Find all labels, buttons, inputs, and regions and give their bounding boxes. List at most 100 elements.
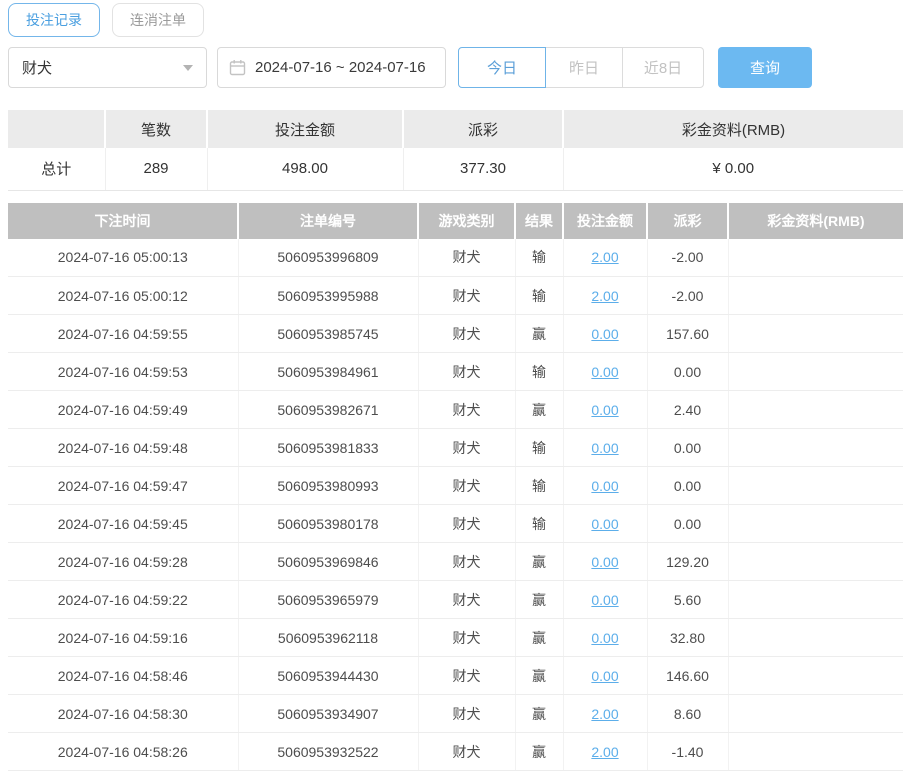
bonus-cell xyxy=(728,657,903,695)
result-cell: 输 xyxy=(515,239,563,277)
bonus-cell xyxy=(728,391,903,429)
bet-amount-link[interactable]: 0.00 xyxy=(591,516,618,532)
game-type-cell: 财犬 xyxy=(418,277,515,315)
quick-button-last8days[interactable]: 近8日 xyxy=(622,47,704,88)
order-number-cell: 5060953985745 xyxy=(238,315,418,353)
bet-amount-link[interactable]: 0.00 xyxy=(591,326,618,342)
bet-amount-cell: 2.00 xyxy=(563,277,647,315)
quick-date-button-group: 今日 昨日 近8日 xyxy=(458,47,704,88)
game-type-cell: 财犬 xyxy=(418,315,515,353)
game-type-cell: 财犬 xyxy=(418,657,515,695)
game-type-cell: 财犬 xyxy=(418,239,515,277)
bet-table-header-row: 下注时间 注单编号 游戏类别 结果 投注金额 派彩 彩金资料(RMB) xyxy=(8,203,903,239)
bet-time-cell: 2024-07-16 05:00:13 xyxy=(8,239,238,277)
bonus-cell xyxy=(728,581,903,619)
bet-amount-link[interactable]: 2.00 xyxy=(591,706,618,722)
header-game-type: 游戏类别 xyxy=(418,203,515,239)
bonus-cell xyxy=(728,695,903,733)
game-select[interactable]: 财犬 xyxy=(8,47,207,88)
bet-amount-link[interactable]: 2.00 xyxy=(591,249,618,265)
bet-amount-cell: 2.00 xyxy=(563,733,647,771)
result-cell: 赢 xyxy=(515,657,563,695)
bet-amount-link[interactable]: 2.00 xyxy=(591,288,618,304)
game-type-cell: 财犬 xyxy=(418,429,515,467)
payout-cell: -2.00 xyxy=(647,239,728,277)
bet-amount-cell: 0.00 xyxy=(563,505,647,543)
bonus-cell xyxy=(728,505,903,543)
result-cell: 赢 xyxy=(515,315,563,353)
game-select-value: 财犬 xyxy=(22,57,52,78)
bonus-cell xyxy=(728,543,903,581)
bet-time-cell: 2024-07-16 04:59:55 xyxy=(8,315,238,353)
query-button[interactable]: 查询 xyxy=(718,47,812,88)
chevron-down-icon xyxy=(183,65,193,71)
bet-amount-link[interactable]: 0.00 xyxy=(591,630,618,646)
bonus-cell xyxy=(728,277,903,315)
bet-amount-cell: 0.00 xyxy=(563,543,647,581)
table-row: 2024-07-16 04:58:305060953934907财犬赢2.008… xyxy=(8,695,903,733)
summary-total-label: 总计 xyxy=(8,148,105,190)
game-type-cell: 财犬 xyxy=(418,543,515,581)
table-row: 2024-07-16 04:58:265060953932522财犬赢2.00-… xyxy=(8,733,903,771)
payout-cell: 157.60 xyxy=(647,315,728,353)
order-number-cell: 5060953962118 xyxy=(238,619,418,657)
header-bet-time: 下注时间 xyxy=(8,203,238,239)
bet-time-cell: 2024-07-16 04:59:22 xyxy=(8,581,238,619)
bet-amount-cell: 0.00 xyxy=(563,581,647,619)
payout-cell: 0.00 xyxy=(647,353,728,391)
payout-cell: 146.60 xyxy=(647,657,728,695)
bet-amount-link[interactable]: 2.00 xyxy=(591,744,618,760)
bet-amount-cell: 0.00 xyxy=(563,657,647,695)
summary-total-count: 289 xyxy=(105,148,207,190)
table-row: 2024-07-16 04:58:465060953944430财犬赢 0.00 1… xyxy=(8,657,903,695)
table-row: 2024-07-16 04:59:485060953981833财犬输0.000… xyxy=(8,429,903,467)
result-cell: 输 xyxy=(515,277,563,315)
bet-amount-link[interactable]: 0.00 xyxy=(591,364,618,380)
table-row: 2024-07-16 04:59:555060953985745财犬赢 0.00 1… xyxy=(8,315,903,353)
game-type-cell: 财犬 xyxy=(418,733,515,771)
result-cell: 赢 xyxy=(515,581,563,619)
quick-button-today[interactable]: 今日 xyxy=(458,47,546,88)
tab-betting-records[interactable]: 投注记录 xyxy=(8,3,100,37)
summary-total-payout: 377.30 xyxy=(403,148,563,190)
bet-amount-cell: 2.00 xyxy=(563,239,647,277)
bet-amount-link[interactable]: 0.00 xyxy=(591,478,618,494)
game-type-cell: 财犬 xyxy=(418,695,515,733)
quick-button-yesterday[interactable]: 昨日 xyxy=(545,47,623,88)
bet-amount-link[interactable]: 0.00 xyxy=(591,668,618,684)
order-number-cell: 5060953996809 xyxy=(238,239,418,277)
summary-total-bonus: ¥ 0.00 xyxy=(563,148,903,190)
payout-cell: 2.40 xyxy=(647,391,728,429)
table-row: 2024-07-16 04:59:285060953969846财犬赢0.001… xyxy=(8,543,903,581)
bet-amount-link[interactable]: 0.00 xyxy=(591,440,618,456)
result-cell: 输 xyxy=(515,353,563,391)
bonus-cell xyxy=(728,733,903,771)
bet-time-cell: 2024-07-16 05:00:12 xyxy=(8,277,238,315)
result-cell: 赢 xyxy=(515,733,563,771)
date-range-input[interactable]: 2024-07-16 ~ 2024-07-16 xyxy=(217,47,446,88)
game-type-cell: 财犬 xyxy=(418,505,515,543)
result-cell: 赢 xyxy=(515,695,563,733)
bonus-cell xyxy=(728,467,903,505)
bet-time-cell: 2024-07-16 04:58:46 xyxy=(8,657,238,695)
game-type-cell: 财犬 xyxy=(418,391,515,429)
payout-cell: -1.40 xyxy=(647,733,728,771)
tab-cancelled-orders[interactable]: 连消注单 xyxy=(112,3,204,37)
summary-header-empty xyxy=(8,110,105,148)
header-bonus: 彩金资料(RMB) xyxy=(728,203,903,239)
table-row: 2024-07-16 04:59:535060953984961财犬输0.000… xyxy=(8,353,903,391)
bet-amount-link[interactable]: 0.00 xyxy=(591,592,618,608)
payout-cell: 129.20 xyxy=(647,543,728,581)
bet-table-body: 2024-07-16 05:00:135060953996809财犬输2.00-… xyxy=(8,239,903,771)
bet-amount-link[interactable]: 0.00 xyxy=(591,402,618,418)
payout-cell: 32.80 xyxy=(647,619,728,657)
table-row: 2024-07-16 05:00:125060953995988财犬输2.00-… xyxy=(8,277,903,315)
order-number-cell: 5060953944430 xyxy=(238,657,418,695)
table-row: 2024-07-16 04:59:495060953982671财犬赢0.002… xyxy=(8,391,903,429)
payout-cell: 0.00 xyxy=(647,429,728,467)
top-tabs: 投注记录 连消注单 xyxy=(8,3,907,37)
payout-cell: 0.00 xyxy=(647,505,728,543)
bet-amount-link[interactable]: 0.00 xyxy=(591,554,618,570)
bet-records-table: 下注时间 注单编号 游戏类别 结果 投注金额 派彩 彩金资料(RMB) 2024… xyxy=(8,203,903,771)
table-row: 2024-07-16 04:59:165060953962118财犬赢0.003… xyxy=(8,619,903,657)
